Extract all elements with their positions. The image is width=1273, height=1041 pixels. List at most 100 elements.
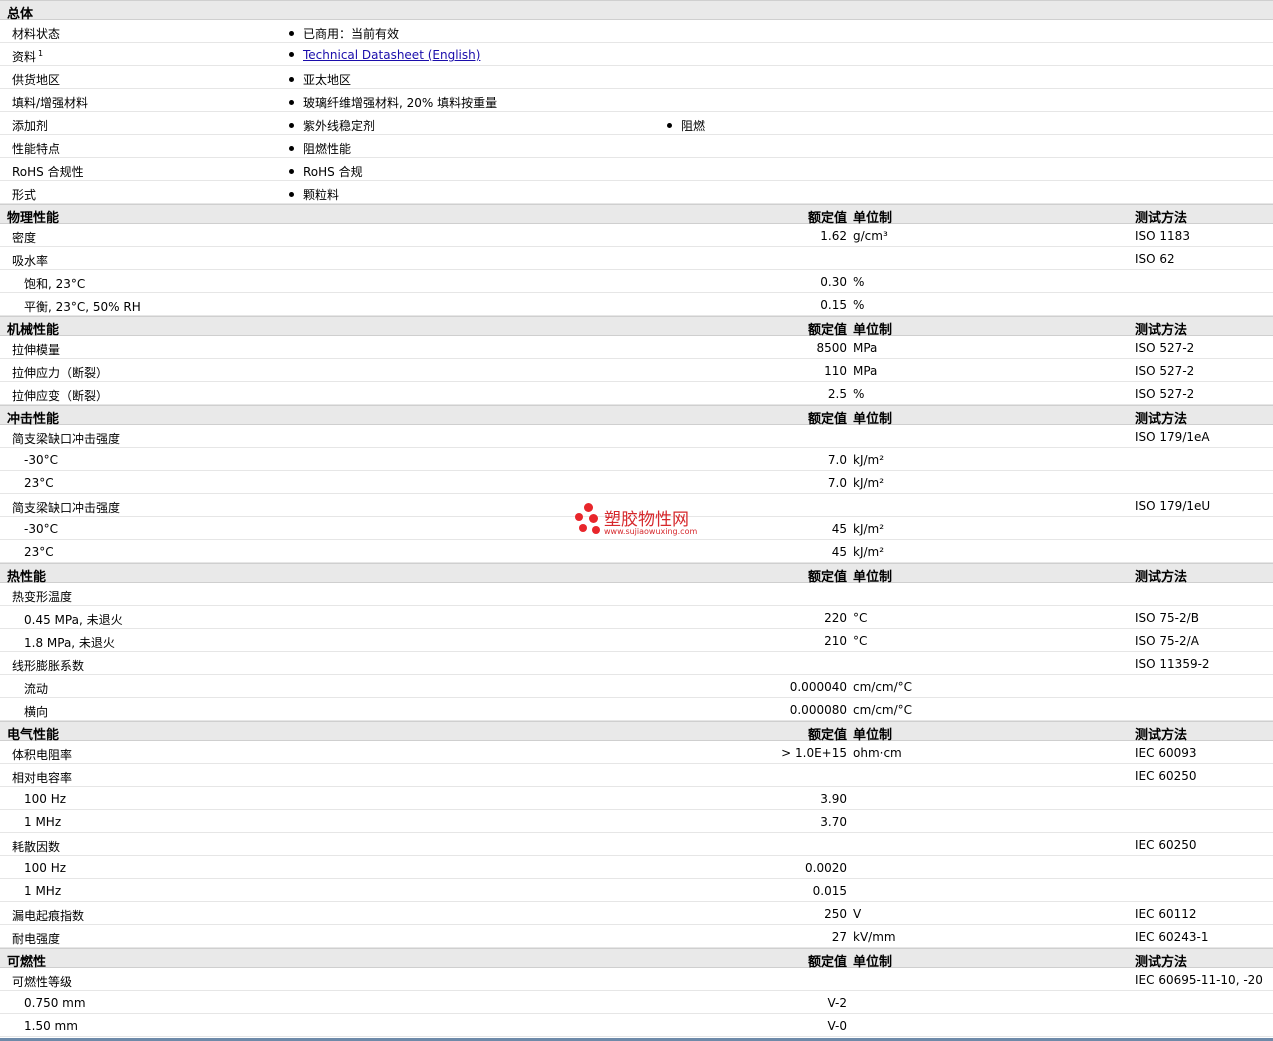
general-row: 添加剂 紫外线稳定剂 阻燃 bbox=[0, 112, 1273, 135]
property-label: 拉伸应力（断裂） bbox=[12, 366, 109, 380]
property-label: 拉伸应变（断裂） bbox=[12, 389, 109, 403]
property-label: 0.750 mm bbox=[24, 996, 86, 1010]
general-row: 性能特点 阻燃性能 bbox=[0, 135, 1273, 158]
property-label: 1 MHz bbox=[24, 815, 62, 829]
bullet-item: 紫外线稳定剂 bbox=[289, 117, 375, 134]
property-label: 饱和, 23°C bbox=[24, 277, 86, 291]
row-label: 性能特点 bbox=[12, 140, 60, 157]
property-row: 体积电阻率 > 1.0E+15 ohm·cm IEC 60093 bbox=[0, 741, 1273, 764]
bullet-dot-icon bbox=[289, 100, 294, 105]
test-method: IEC 60243-1 bbox=[1135, 930, 1209, 944]
logo-dots-icon bbox=[575, 503, 603, 537]
test-method: IEC 60695-11-10, -20 bbox=[1135, 973, 1263, 987]
general-row: 资料 1 Technical Datasheet (English) bbox=[0, 43, 1273, 66]
test-method: IEC 60250 bbox=[1135, 838, 1197, 852]
bullet-item: RoHS 合规 bbox=[289, 163, 363, 180]
test-method: ISO 527-2 bbox=[1135, 364, 1195, 378]
property-row: 1 MHz 0.015 bbox=[0, 879, 1273, 902]
property-row: 密度 1.62 g/cm³ ISO 1183 bbox=[0, 224, 1273, 247]
section-general-header: 总体 bbox=[0, 0, 1273, 22]
property-label: 100 Hz bbox=[24, 792, 67, 806]
row-label: 供货地区 bbox=[12, 71, 60, 88]
property-label: 密度 bbox=[12, 231, 37, 245]
bullet-item: 阻燃性能 bbox=[289, 140, 351, 157]
property-row: 0.45 MPa, 未退火 220 °C ISO 75-2/B bbox=[0, 606, 1273, 629]
bullet-dot-icon bbox=[289, 146, 294, 151]
general-row: 形式 颗粒料 bbox=[0, 181, 1273, 204]
property-value: 250 bbox=[824, 907, 847, 921]
bullet-text: 阻燃 bbox=[681, 119, 706, 133]
property-row: 拉伸应变（断裂） 2.5% ISO 527-2 bbox=[0, 382, 1273, 405]
bullet-text: RoHS 合规 bbox=[303, 165, 363, 179]
property-row: 耗散因数 IEC 60250 bbox=[0, 833, 1273, 856]
general-row: 填料/增强材料 玻璃纤维增强材料, 20% 填料按重量 bbox=[0, 89, 1273, 112]
property-label: 0.45 MPa, 未退火 bbox=[24, 613, 123, 627]
property-unit: kJ/m² bbox=[853, 522, 885, 536]
watermark-logo: 塑胶物性网 www.sujiaowuxing.com bbox=[575, 503, 715, 539]
property-row: 线形膨胀系数 ISO 11359-2 bbox=[0, 652, 1273, 675]
property-unit: MPa bbox=[853, 364, 878, 378]
datasheet-link[interactable]: Technical Datasheet (English) bbox=[303, 48, 480, 62]
bullet-dot-icon bbox=[667, 123, 672, 128]
property-label: 耗散因数 bbox=[12, 840, 61, 854]
property-row: 相对电容率 IEC 60250 bbox=[0, 764, 1273, 787]
property-row: 拉伸模量 8500 MPa ISO 527-2 bbox=[0, 336, 1273, 359]
row-label: 填料/增强材料 bbox=[12, 94, 88, 111]
property-row: 流动 0.000040 cm/cm/°C bbox=[0, 675, 1273, 698]
property-value: 0.15 bbox=[820, 298, 847, 312]
test-method: ISO 75-2/B bbox=[1135, 611, 1199, 625]
test-method: ISO 11359-2 bbox=[1135, 657, 1210, 671]
bullet-text: 亚太地区 bbox=[303, 73, 352, 87]
property-label: 1.50 mm bbox=[24, 1019, 78, 1033]
property-unit: °C bbox=[853, 634, 868, 648]
property-label: 流动 bbox=[24, 682, 49, 696]
property-label: 吸水率 bbox=[12, 254, 49, 268]
property-unit: °C bbox=[853, 611, 868, 625]
row-label-text: 材料状态 bbox=[12, 27, 61, 41]
property-label: 拉伸模量 bbox=[12, 343, 61, 357]
test-method: IEC 60250 bbox=[1135, 769, 1197, 783]
property-row: 1 MHz 3.70 bbox=[0, 810, 1273, 833]
bullet-text: 颗粒料 bbox=[303, 188, 340, 202]
test-method: ISO 179/1eU bbox=[1135, 499, 1211, 513]
test-method: IEC 60112 bbox=[1135, 907, 1197, 921]
test-method: ISO 527-2 bbox=[1135, 387, 1195, 401]
test-method: ISO 1183 bbox=[1135, 229, 1190, 243]
property-value: 0.000080 bbox=[789, 703, 847, 717]
row-label-text: 形式 bbox=[12, 188, 37, 202]
row-label-text: RoHS 合规性 bbox=[12, 165, 84, 179]
footnote-marker: 1 bbox=[38, 49, 44, 58]
row-label-text: 填料/增强材料 bbox=[12, 96, 89, 110]
property-label: 23°C bbox=[24, 476, 54, 490]
row-label-text: 资料 bbox=[12, 50, 37, 64]
property-value: 3.70 bbox=[820, 815, 847, 829]
property-value: > 1.0E+15 bbox=[781, 746, 847, 760]
property-label: 1 MHz bbox=[24, 884, 62, 898]
property-unit: % bbox=[853, 275, 865, 289]
row-label: 形式 bbox=[12, 186, 36, 203]
property-row: 0.750 mm V-2 bbox=[0, 991, 1273, 1014]
bullet-item: 阻燃 bbox=[667, 117, 705, 134]
property-value: 7.0 bbox=[827, 476, 847, 490]
property-label: -30°C bbox=[24, 522, 58, 536]
property-value: 3.90 bbox=[820, 792, 847, 806]
property-label: 漏电起痕指数 bbox=[12, 909, 85, 923]
test-method: ISO 527-2 bbox=[1135, 341, 1195, 355]
bullet-item: 颗粒料 bbox=[289, 186, 339, 203]
property-row: 23°C 45 kJ/m² bbox=[0, 540, 1273, 563]
property-value: 27 bbox=[831, 930, 847, 944]
property-value: 7.0 bbox=[827, 453, 847, 467]
property-value: 110 bbox=[824, 364, 847, 378]
property-row: 可燃性等级 IEC 60695-11-10, -20 bbox=[0, 968, 1273, 991]
property-unit: kJ/m² bbox=[853, 453, 885, 467]
row-label: 添加剂 bbox=[12, 117, 48, 134]
property-label: 相对电容率 bbox=[12, 771, 73, 785]
property-row: 漏电起痕指数 250 V IEC 60112 bbox=[0, 902, 1273, 925]
property-row: 饱和, 23°C 0.30% bbox=[0, 270, 1273, 293]
bullet-text: 紫外线稳定剂 bbox=[303, 119, 376, 133]
property-label: 热变形温度 bbox=[12, 590, 73, 604]
property-value: 1.62 bbox=[820, 229, 847, 243]
property-unit: g/cm³ bbox=[853, 229, 888, 243]
bullet-item: 玻璃纤维增强材料, 20% 填料按重量 bbox=[289, 94, 497, 111]
bullet-dot-icon bbox=[289, 192, 294, 197]
